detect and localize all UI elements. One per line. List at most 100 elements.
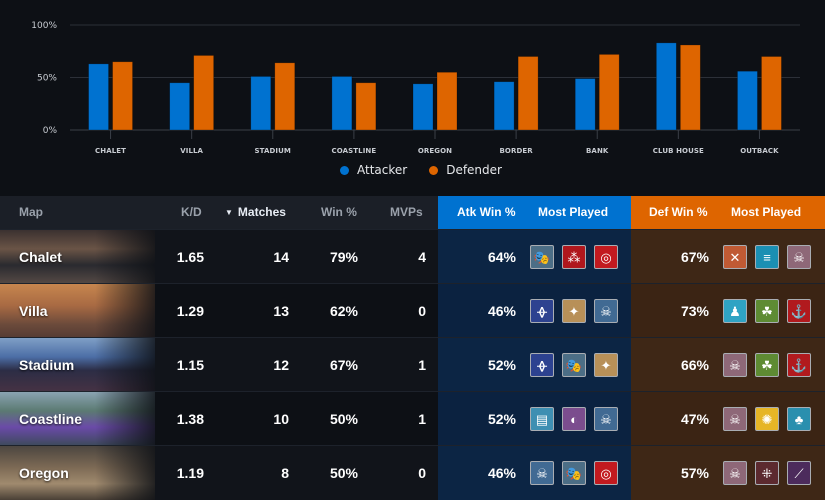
chart-legend: Attacker Defender bbox=[340, 163, 502, 177]
compass-operator-icon[interactable]: ✦ bbox=[594, 353, 618, 377]
operator-glyph: ⚓ bbox=[790, 303, 808, 319]
cluster-charge-operator-icon[interactable]: ⁂ bbox=[562, 245, 586, 269]
table-row[interactable]: Chalet 1.65 14 79% 4 64% 🎭 ⁂ ◎ 67% ✕ ≡ ☠ bbox=[0, 229, 825, 284]
mvps-value: 0 bbox=[418, 465, 426, 481]
map-name: Chalet bbox=[19, 249, 62, 265]
map-thumbnail: Oregon bbox=[0, 446, 155, 500]
map-image-fade bbox=[95, 230, 155, 284]
atk-win-value: 46% bbox=[487, 465, 516, 481]
operator-glyph: 🎭 bbox=[565, 357, 583, 373]
anchor-operator-icon[interactable]: ⚓ bbox=[787, 353, 811, 377]
operator-glyph: ♟ bbox=[729, 303, 741, 319]
attacker-legend-dot-icon bbox=[340, 165, 349, 175]
legend-item-attacker[interactable]: Attacker bbox=[340, 163, 407, 177]
target-operator-icon[interactable]: ◎ bbox=[594, 245, 618, 269]
table-row[interactable]: Oregon 1.19 8 50% 0 46% ☠ 🎭 ◎ 57% ☠ ⁜ ⟋ bbox=[0, 445, 825, 500]
profile-operator-icon[interactable]: ◐ bbox=[562, 407, 586, 431]
atk-win-value: 52% bbox=[487, 357, 516, 373]
matches-value: 12 bbox=[273, 357, 289, 373]
operator-glyph: ☠ bbox=[600, 411, 612, 427]
zipper-operator-icon[interactable]: ≡ bbox=[755, 245, 779, 269]
operator-glyph: ◐ bbox=[570, 411, 578, 427]
win-rate-chart: 0% 50% 100% CHALET VILLA STADIUM COASTLINE OREG… bbox=[0, 0, 825, 196]
operator-glyph: ◎ bbox=[600, 249, 612, 265]
skull-operator-icon[interactable]: ☠ bbox=[787, 245, 811, 269]
skull-operator-icon[interactable]: ☠ bbox=[723, 407, 747, 431]
fingerprint-operator-icon[interactable]: ᚖ bbox=[530, 353, 554, 377]
col-header-mvps[interactable]: MVPs bbox=[390, 196, 423, 229]
def-win-value: 73% bbox=[680, 303, 709, 319]
operator-glyph: ✦ bbox=[568, 303, 580, 319]
operator-glyph: ⟋ bbox=[794, 465, 804, 481]
slash-operator-icon[interactable]: ✕ bbox=[723, 245, 747, 269]
col-header-atk-win[interactable]: Atk Win % bbox=[457, 196, 516, 229]
map-image-fade bbox=[95, 284, 155, 338]
map-image-fade bbox=[95, 338, 155, 392]
x-tick-label: CLUB HOUSE bbox=[653, 147, 704, 155]
win-value: 62% bbox=[329, 303, 358, 319]
card-operator-icon[interactable]: ▤ bbox=[530, 407, 554, 431]
map-thumbnail: Coastline bbox=[0, 392, 155, 446]
web-operator-icon[interactable]: ✺ bbox=[755, 407, 779, 431]
blade-operator-icon[interactable]: ⟋ bbox=[787, 461, 811, 485]
drone-skull-operator-icon[interactable]: ☠ bbox=[530, 461, 554, 485]
silhouette-operator-icon[interactable]: ♟ bbox=[723, 299, 747, 323]
fingerprint-operator-icon[interactable]: ᚖ bbox=[530, 299, 554, 323]
col-header-win[interactable]: Win % bbox=[321, 196, 357, 229]
y-tick-label: 100% bbox=[31, 21, 57, 31]
operator-glyph: ᚖ bbox=[537, 357, 547, 373]
x-tick-label: STADIUM bbox=[255, 147, 291, 155]
masks-operator-icon[interactable]: 🎭 bbox=[530, 245, 554, 269]
operator-glyph: ≡ bbox=[763, 249, 771, 265]
drone-skull-operator-icon[interactable]: ☠ bbox=[594, 299, 618, 323]
target-operator-icon[interactable]: ◎ bbox=[594, 461, 618, 485]
bar-attacker-oregon bbox=[412, 83, 434, 131]
triquetra-operator-icon[interactable]: ☘ bbox=[755, 353, 779, 377]
skull-operator-icon[interactable]: ☠ bbox=[723, 353, 747, 377]
bar-defender-chalet bbox=[112, 61, 133, 131]
def-win-value: 47% bbox=[680, 411, 709, 427]
operator-glyph: 🎭 bbox=[533, 249, 551, 265]
operator-glyph: ⁜ bbox=[761, 465, 773, 481]
table-row[interactable]: Coastline 1.38 10 50% 1 52% ▤ ◐ ☠ 47% ☠ ✺ ♣ bbox=[0, 391, 825, 446]
map-stats-table: Map K/D ▼ Matches Win % MVPs Atk Win % Mo… bbox=[0, 196, 825, 500]
map-name: Villa bbox=[19, 303, 48, 319]
operator-glyph: ⁂ bbox=[567, 249, 581, 265]
bar-defender-outback bbox=[761, 56, 782, 131]
sort-desc-icon: ▼ bbox=[225, 208, 233, 217]
col-header-matches[interactable]: ▼ Matches bbox=[225, 196, 286, 229]
compass-operator-icon[interactable]: ✦ bbox=[562, 299, 586, 323]
atk-most-played: ▤ ◐ ☠ bbox=[530, 407, 618, 431]
map-name: Oregon bbox=[19, 465, 69, 481]
masks-operator-icon[interactable]: 🎭 bbox=[562, 461, 586, 485]
x-tick-label: OUTBACK bbox=[740, 147, 779, 155]
kd-value: 1.19 bbox=[176, 465, 204, 481]
operator-glyph: ✺ bbox=[761, 411, 773, 427]
col-header-matches-label: Matches bbox=[237, 205, 286, 219]
table-row[interactable]: Stadium 1.15 12 67% 1 52% ᚖ 🎭 ✦ 66% ☠ ☘ ⚓ bbox=[0, 337, 825, 392]
col-header-def-most-played[interactable]: Most Played bbox=[731, 196, 801, 229]
matches-value: 10 bbox=[273, 411, 289, 427]
anchor-operator-icon[interactable]: ⚓ bbox=[787, 299, 811, 323]
col-header-kd[interactable]: K/D bbox=[181, 196, 202, 229]
col-header-atk-most-played[interactable]: Most Played bbox=[538, 196, 608, 229]
x-tick-label: BANK bbox=[586, 147, 609, 155]
operator-glyph: ☠ bbox=[793, 249, 805, 265]
kd-value: 1.65 bbox=[176, 249, 204, 265]
tree-operator-icon[interactable]: ♣ bbox=[787, 407, 811, 431]
bar-defender-club-house bbox=[679, 44, 701, 131]
triquetra-operator-icon[interactable]: ☘ bbox=[755, 299, 779, 323]
masks-operator-icon[interactable]: 🎭 bbox=[562, 353, 586, 377]
def-most-played: ☠ ✺ ♣ bbox=[723, 407, 811, 431]
legend-item-defender[interactable]: Defender bbox=[429, 163, 502, 177]
shield-dots-operator-icon[interactable]: ⁜ bbox=[755, 461, 779, 485]
col-header-map[interactable]: Map bbox=[19, 196, 43, 229]
mvps-value: 4 bbox=[418, 249, 426, 265]
drone-skull-operator-icon[interactable]: ☠ bbox=[594, 407, 618, 431]
skull-operator-icon[interactable]: ☠ bbox=[723, 461, 747, 485]
table-row[interactable]: Villa 1.29 13 62% 0 46% ᚖ ✦ ☠ 73% ♟ ☘ ⚓ bbox=[0, 283, 825, 338]
col-header-def-win[interactable]: Def Win % bbox=[649, 196, 708, 229]
atk-most-played: ᚖ 🎭 ✦ bbox=[530, 353, 618, 377]
atk-most-played: ☠ 🎭 ◎ bbox=[530, 461, 618, 485]
x-tick-label: BORDER bbox=[499, 147, 533, 155]
